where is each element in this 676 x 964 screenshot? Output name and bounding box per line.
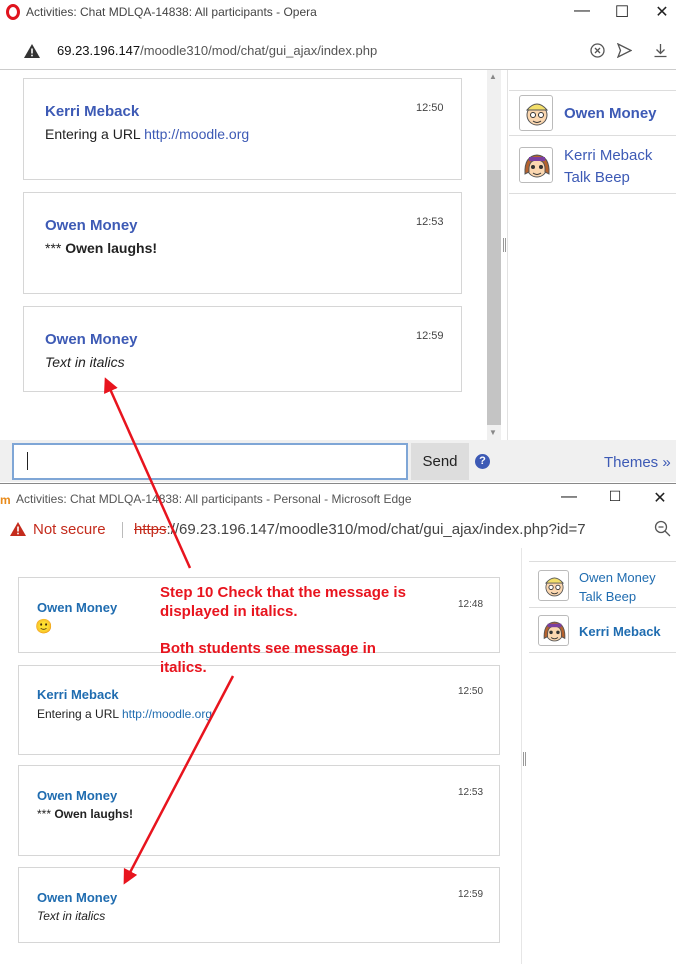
smiley-emoji-icon: 🙂 — [35, 618, 53, 634]
download-icon[interactable] — [653, 43, 668, 58]
maximize-icon[interactable]: ☐ — [603, 488, 627, 508]
user-name[interactable]: Owen Money — [579, 570, 656, 585]
chat-message: Kerri Meback 12:50 Entering a URL http:/… — [18, 665, 500, 755]
user-list-item[interactable]: Owen Money Talk Beep — [529, 561, 676, 607]
message-text: *** Owen laughs! — [45, 240, 158, 256]
message-text: Entering a URL http://moodle.org — [45, 126, 250, 142]
annotation-line: Both students see message in — [160, 640, 376, 657]
chat-message: Owen Money 12:59 Text in italics — [18, 867, 500, 943]
url-separator — [122, 522, 123, 538]
user-list-item[interactable]: Kerri Meback — [529, 607, 676, 653]
avatar — [538, 570, 569, 601]
message-time: 12:50 — [416, 102, 444, 114]
close-icon[interactable]: ✕ — [648, 488, 672, 508]
chat-message: Owen Money 12:53 *** Owen laughs! — [23, 192, 462, 294]
warning-icon — [10, 522, 26, 536]
message-username: Kerri Meback — [37, 687, 119, 702]
talk-beep-link[interactable]: Talk Beep — [564, 169, 630, 186]
chat-message: Kerri Meback 12:50 Entering a URL http:/… — [23, 78, 462, 180]
annotation-line: Step 10 Check that the message is — [160, 584, 406, 601]
resize-handle[interactable] — [523, 752, 526, 766]
block-icon[interactable] — [590, 43, 605, 58]
user-name[interactable]: Kerri Meback — [564, 147, 652, 164]
talk-beep-link[interactable]: Talk Beep — [579, 589, 636, 604]
message-time: 12:59 — [458, 889, 484, 900]
resize-handle[interactable] — [503, 238, 506, 252]
annotation-line: italics. — [160, 659, 207, 676]
message-time: 12:53 — [458, 787, 484, 798]
edge-url[interactable]: https://69.23.196.147/moodle310/mod/chat… — [134, 521, 586, 538]
user-name[interactable]: Owen Money — [564, 105, 657, 122]
avatar — [519, 95, 553, 131]
message-text: Text in italics — [45, 354, 125, 370]
avatar — [519, 147, 553, 183]
opera-url[interactable]: 69.23.196.147/moodle310/mod/chat/gui_aja… — [57, 43, 377, 58]
close-icon[interactable]: ✕ — [650, 2, 674, 22]
message-username: Owen Money — [37, 788, 118, 803]
message-username: Owen Money — [45, 331, 138, 348]
avatar — [538, 615, 569, 646]
warning-icon — [24, 44, 40, 58]
scrollbar-thumb[interactable] — [487, 170, 501, 425]
message-time: 12:53 — [416, 216, 444, 228]
panel-divider — [521, 548, 522, 964]
help-icon[interactable]: ? — [475, 454, 490, 469]
message-link[interactable]: http://moodle.org — [122, 707, 212, 721]
opera-window-title: Activities: Chat MDLQA-14838: All partic… — [26, 5, 317, 19]
send-page-icon[interactable] — [617, 43, 632, 58]
message-username: Owen Money — [45, 217, 138, 234]
message-username: Owen Money — [37, 600, 118, 615]
message-username: Kerri Meback — [45, 103, 140, 120]
maximize-icon[interactable]: ☐ — [610, 2, 634, 22]
message-text: *** Owen laughs! — [37, 807, 134, 821]
scroll-down-icon[interactable]: ▼ — [489, 428, 497, 437]
minimize-icon[interactable]: — — [570, 2, 594, 22]
user-name[interactable]: Kerri Meback — [579, 624, 661, 639]
moodle-tab-icon: m — [0, 493, 11, 507]
chat-message: Owen Money 12:53 *** Owen laughs! — [18, 765, 500, 856]
annotation-line: displayed in italics. — [160, 603, 298, 620]
message-text: Entering a URL http://moodle.org — [37, 707, 212, 721]
opera-logo-icon — [6, 4, 20, 20]
message-text: Text in italics — [37, 909, 106, 923]
panel-divider — [507, 70, 508, 440]
zoom-icon[interactable] — [654, 520, 671, 537]
scroll-up-icon[interactable]: ▲ — [489, 72, 497, 81]
user-list-item[interactable]: Owen Money — [509, 90, 676, 136]
message-time: 12:59 — [416, 330, 444, 342]
message-time: 12:48 — [458, 599, 484, 610]
send-button[interactable]: Send — [411, 443, 469, 480]
message-time: 12:50 — [458, 686, 484, 697]
edge-window-title: Activities: Chat MDLQA-14838: All partic… — [16, 492, 412, 506]
themes-link[interactable]: Themes » — [604, 454, 671, 471]
minimize-icon[interactable]: — — [557, 488, 581, 508]
chat-message: Owen Money 12:59 Text in italics — [23, 306, 462, 392]
chat-message-input[interactable] — [12, 443, 408, 480]
not-secure-label[interactable]: Not secure — [33, 521, 106, 538]
message-username: Owen Money — [37, 890, 118, 905]
message-link[interactable]: http://moodle.org — [144, 126, 249, 142]
user-list-item[interactable]: Kerri Meback Talk Beep — [509, 138, 676, 194]
text-caret — [27, 452, 28, 470]
